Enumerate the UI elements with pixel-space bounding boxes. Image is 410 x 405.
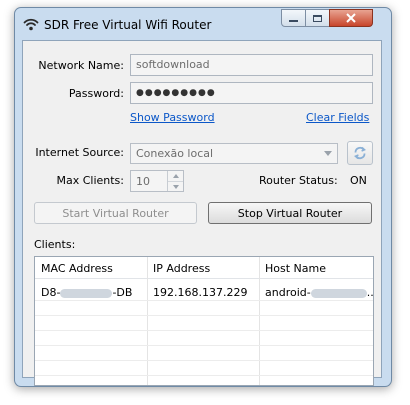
max-clients-label: Max Clients:	[56, 174, 124, 187]
internet-source-label: Internet Source:	[35, 146, 124, 159]
clear-fields-link[interactable]: Clear Fields	[306, 111, 369, 124]
stepper-buttons	[167, 171, 183, 191]
show-password-link[interactable]: Show Password	[130, 111, 215, 124]
host-name-cell: android-...	[265, 286, 374, 299]
column-host-name[interactable]: Host Name	[265, 262, 326, 275]
row-divider	[35, 330, 373, 331]
minimize-button[interactable]	[281, 9, 306, 27]
stepper-down-button[interactable]	[168, 182, 183, 192]
ip-address-cell: 192.168.137.229	[153, 286, 248, 299]
start-router-button[interactable]: Start Virtual Router	[34, 202, 197, 224]
title-bar[interactable]: SDR Free Virtual Wifi Router	[15, 8, 391, 40]
minimize-icon	[289, 20, 298, 22]
maximize-button[interactable]	[305, 9, 330, 27]
redacted-mark	[60, 288, 113, 298]
refresh-icon	[354, 146, 366, 160]
clients-label: Clients:	[34, 238, 76, 251]
internet-source-value: Conexão local	[136, 147, 214, 160]
mac-address-cell: D8- -DB	[41, 286, 133, 299]
network-name-label: Network Name:	[38, 59, 124, 72]
stop-router-button[interactable]: Stop Virtual Router	[208, 202, 372, 224]
wifi-icon	[23, 18, 39, 31]
stepper-up-button[interactable]	[168, 171, 183, 182]
router-status-label: Router Status:	[259, 174, 338, 187]
maximize-icon	[313, 14, 322, 22]
row-divider	[35, 345, 373, 346]
row-divider	[35, 375, 373, 376]
row-divider	[35, 315, 373, 316]
router-status-value: ON	[350, 174, 367, 187]
chevron-down-icon	[172, 185, 179, 189]
app-window: SDR Free Virtual Wifi Router Network Nam…	[14, 7, 392, 387]
refresh-button[interactable]	[347, 141, 373, 165]
row-divider	[35, 300, 373, 301]
window-title: SDR Free Virtual Wifi Router	[44, 18, 212, 32]
max-clients-value: 10	[136, 175, 150, 188]
table-header: MAC Address IP Address Host Name	[35, 257, 373, 279]
password-label: Password:	[68, 87, 124, 100]
network-name-input[interactable]: softdownload	[130, 54, 373, 76]
column-ip-address[interactable]: IP Address	[153, 262, 210, 275]
column-divider	[147, 257, 148, 385]
max-clients-stepper[interactable]: 10	[130, 170, 184, 192]
redacted-mark	[310, 288, 367, 298]
clients-table[interactable]: MAC Address IP Address Host Name D8- -DB …	[34, 256, 374, 386]
row-divider	[35, 360, 373, 361]
client-area: Network Name: softdownload Password: ●●●…	[22, 40, 382, 386]
chevron-down-icon	[324, 151, 332, 156]
close-icon	[346, 13, 356, 23]
internet-source-select[interactable]: Conexão local	[130, 143, 338, 164]
password-input[interactable]: ●●●●●●●●●	[130, 82, 373, 104]
close-button[interactable]	[329, 9, 373, 27]
column-divider	[259, 257, 260, 385]
chevron-up-icon	[172, 174, 179, 178]
column-mac-address[interactable]: MAC Address	[41, 262, 113, 275]
